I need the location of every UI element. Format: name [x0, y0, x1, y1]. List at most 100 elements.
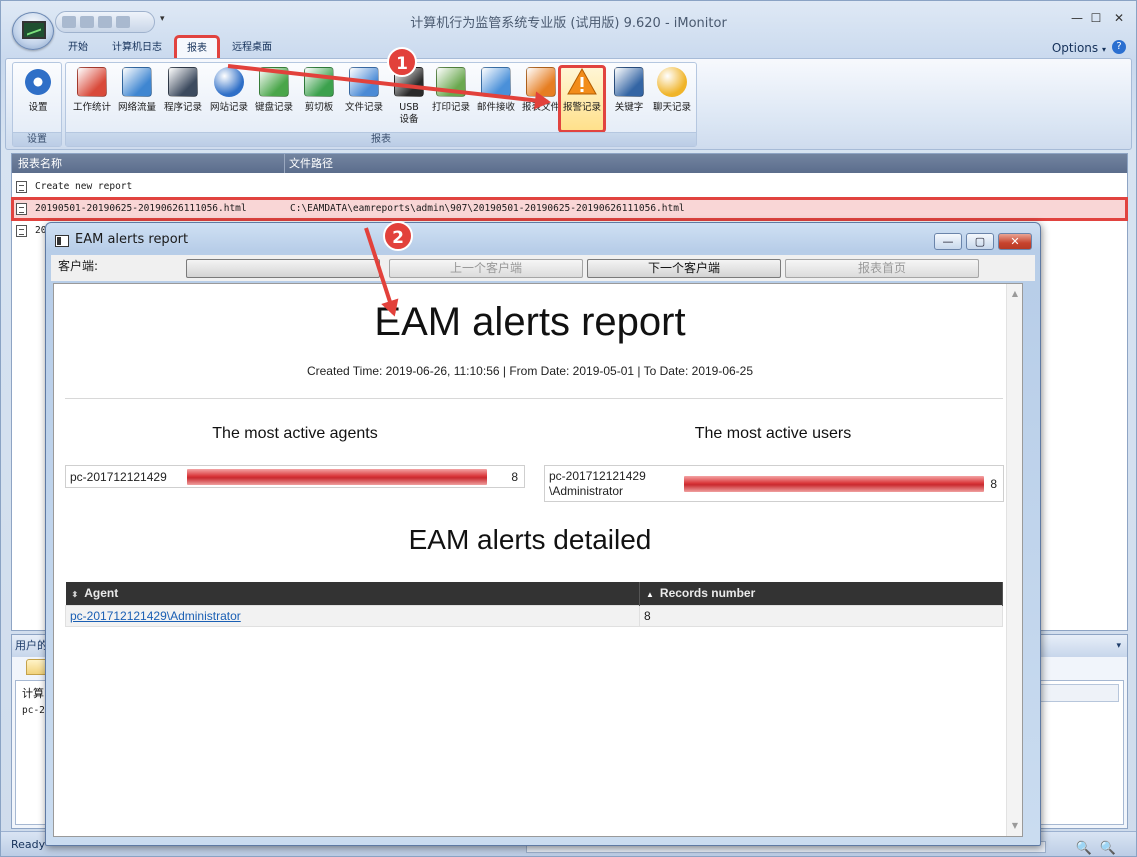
- window-icon: [55, 235, 69, 247]
- app-menu-button[interactable]: [12, 12, 54, 50]
- col-report-name[interactable]: 报表名称: [18, 154, 62, 173]
- popup-maximize-button[interactable]: ▢: [966, 233, 994, 250]
- divider: [65, 398, 1003, 399]
- tab-computer-log[interactable]: 计算机日志: [102, 37, 172, 59]
- ribbon-button-globe[interactable]: 网站记录: [207, 67, 251, 131]
- report-home-button[interactable]: 报表首页: [785, 259, 979, 278]
- ribbon-button-console-window[interactable]: 程序记录: [161, 67, 205, 131]
- chat-bubbles-icon: [657, 67, 687, 97]
- agents-title: The most active agents: [212, 425, 378, 442]
- gear-icon: [23, 67, 53, 97]
- settings-button-label: 设置: [28, 102, 48, 113]
- users-title: The most active users: [694, 425, 852, 442]
- help-icon[interactable]: ?: [1112, 40, 1126, 54]
- tab-remote-desktop[interactable]: 远程桌面: [222, 37, 282, 59]
- agent-link[interactable]: pc-201712121429\Administrator: [70, 609, 241, 623]
- user-label-line2: \Administrator: [549, 484, 624, 498]
- report-group-label: 报表: [66, 132, 696, 146]
- report-window-title: EAM alerts report: [75, 232, 189, 247]
- records-cell: 8: [639, 604, 1003, 627]
- close-button[interactable]: ✕: [1107, 9, 1131, 27]
- report-path: C:\EAMDATA\eamreports\admin\907\20190501…: [290, 203, 685, 214]
- detailed-title: EAM alerts detailed: [408, 524, 652, 555]
- clipboard-arrow-icon: [304, 67, 334, 97]
- col-file-path[interactable]: 文件路径: [284, 154, 333, 173]
- agent-value: 8: [511, 470, 518, 484]
- panel-grid-header: [1039, 684, 1119, 702]
- report-list-header: 报表名称 文件路径: [12, 154, 1127, 173]
- tab-start[interactable]: 开始: [58, 37, 98, 59]
- client-toolbar: 客户端: 上一个客户端 下一个客户端 报表首页: [51, 255, 1035, 281]
- annotation-badge-2: 2: [383, 221, 413, 251]
- ribbon-tabs: 开始 计算机日志 报表 远程桌面: [58, 35, 286, 61]
- status-text: Ready: [11, 838, 46, 851]
- prev-client-button[interactable]: 上一个客户端: [389, 259, 583, 278]
- title-bar: ▾ 计算机行为监管系统专业版 (试用版) 9.620 - iMonitor — …: [1, 1, 1136, 50]
- ribbon-button-network-monitors[interactable]: 网络流量: [115, 67, 159, 131]
- agent-bar: [187, 469, 487, 485]
- col-records-label: Records number: [659, 586, 756, 601]
- next-client-button[interactable]: 下一个客户端: [587, 259, 781, 278]
- ribbon-button-label: 聊天记录: [652, 102, 691, 113]
- report-group: 工作统计 网络流量 程序记录 网站记录 键盘记录 剪切板 文件记录 USB 设备 打印记录 邮件接…: [65, 62, 697, 147]
- col-agent-label: Agent: [84, 586, 119, 601]
- sort-icon: ⬍: [71, 590, 79, 600]
- ribbon-button-usb-drive[interactable]: USB 设备: [387, 67, 431, 131]
- panel-collapse-icon[interactable]: ▾: [1116, 641, 1121, 651]
- annotation-badge-1: 1: [387, 47, 417, 77]
- zoom-icon[interactable]: 🔍🔍: [1076, 836, 1124, 857]
- ribbon-button-chat-bubbles[interactable]: 聊天记录: [650, 67, 694, 131]
- ribbon-button-document-info[interactable]: 关键字: [607, 67, 651, 131]
- client-select-button[interactable]: [186, 259, 380, 278]
- user-bar-track: [684, 476, 984, 492]
- table-row: pc-201712121429\Administrator 8: [65, 604, 1003, 627]
- options-caret-icon: ▾: [1101, 45, 1106, 54]
- monitor-icon: [22, 21, 46, 39]
- console-window-icon: [168, 67, 198, 97]
- report-title: EAM alerts report: [374, 300, 686, 344]
- settings-group-label: 设置: [13, 132, 61, 146]
- list-item[interactable]: Create new report: [12, 176, 1127, 198]
- agent-bar-row: pc-201712121429 8: [65, 465, 525, 488]
- col-records-number[interactable]: ▲ Records number: [639, 582, 1003, 605]
- user-value: 8: [990, 477, 997, 491]
- report-content: EAM alerts report Created Time: 2019-06-…: [53, 283, 1023, 837]
- report-name: Create new report: [35, 181, 133, 192]
- options-label: Options: [1051, 41, 1099, 55]
- popup-close-button[interactable]: ✕: [998, 233, 1032, 250]
- client-label: 客户端:: [58, 259, 99, 273]
- agent-bar-track: [187, 469, 487, 485]
- ribbon-button-warning-triangle[interactable]: 报警记录: [558, 65, 606, 133]
- file-icon: [16, 203, 27, 215]
- scroll-down-icon[interactable]: ▼: [1007, 818, 1022, 834]
- report-meta: Created Time: 2019-06-26, 11:10:56 | Fro…: [306, 364, 754, 378]
- window-title: 计算机行为监管系统专业版 (试用版) 9.620 - iMonitor: [410, 16, 727, 31]
- ribbon-button-people-chart[interactable]: 工作统计: [70, 67, 114, 131]
- scroll-up-icon[interactable]: ▲: [1007, 286, 1022, 302]
- options-menu[interactable]: Options ▾: [1052, 41, 1106, 55]
- vertical-scrollbar[interactable]: ▲ ▼: [1006, 284, 1022, 836]
- ribbon-button-printer[interactable]: 打印记录: [429, 67, 473, 131]
- report-window: EAM alerts report — ▢ ✕ 客户端: 上一个客户端 下一个客…: [45, 222, 1041, 846]
- alerts-table: ⬍ Agent ▲ Records number pc-201712121429\A…: [65, 582, 1003, 627]
- col-agent[interactable]: ⬍ Agent: [65, 582, 640, 605]
- tab-report[interactable]: 报表: [174, 35, 220, 61]
- user-bar: [684, 476, 984, 492]
- agent-label: pc-201712121429: [70, 470, 167, 484]
- list-item-selected[interactable]: 20190501-20190625-20190626111056.html C:…: [11, 197, 1128, 221]
- file-icon: [16, 181, 27, 193]
- network-monitors-icon: [122, 67, 152, 97]
- sort-asc-icon: ▲: [646, 590, 654, 600]
- maximize-button[interactable]: ☐: [1084, 9, 1108, 27]
- report-name: 20190501-20190625-20190626111056.html: [35, 203, 247, 214]
- warning-triangle-icon: [567, 67, 597, 97]
- globe-icon: [214, 67, 244, 97]
- report-window-titlebar[interactable]: EAM alerts report — ▢ ✕: [46, 223, 1040, 257]
- ribbon-button-keyboard-grid[interactable]: 键盘记录: [252, 67, 296, 131]
- popup-minimize-button[interactable]: —: [934, 233, 962, 250]
- settings-button[interactable]: 设置: [16, 67, 60, 131]
- document-info-icon: [614, 67, 644, 97]
- people-chart-icon: [77, 67, 107, 97]
- ribbon: 设置 设置 工作统计 网络流量 程序记录 网站记录 键盘记录 剪切板 文件记录 USB 设备打…: [5, 58, 1132, 150]
- settings-group: 设置 设置: [12, 62, 62, 147]
